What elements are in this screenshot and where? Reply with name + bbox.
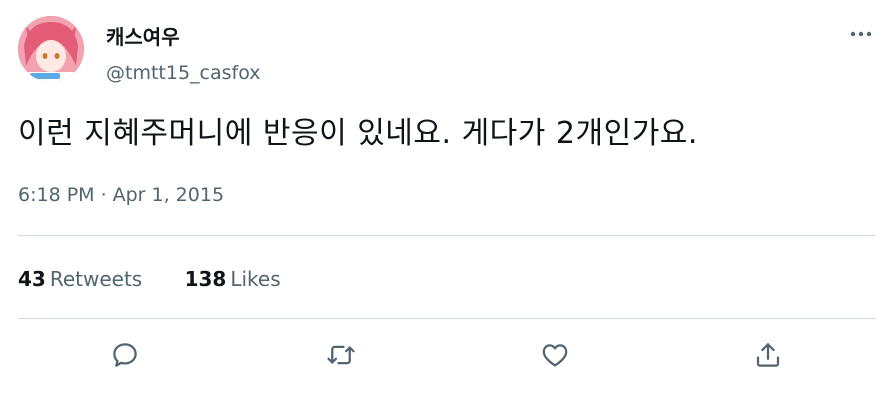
tweet-date: Apr 1, 2015 [112, 184, 225, 206]
tweet-timestamp[interactable]: 6:18 PM · Apr 1, 2015 [18, 182, 224, 208]
share-button[interactable] [750, 337, 786, 373]
tweet-time: 6:18 PM [18, 184, 95, 206]
avatar[interactable] [18, 16, 84, 82]
retweets-label: Retweets [49, 267, 143, 291]
share-icon [756, 343, 780, 367]
retweets-stat[interactable]: 43 Retweets [18, 265, 142, 293]
retweet-button[interactable] [323, 337, 359, 373]
divider [18, 318, 876, 319]
user-handle[interactable]: @tmtt15_casfox [106, 61, 261, 85]
engagement-stats: 43 Retweets 138 Likes [18, 265, 317, 293]
reply-button[interactable] [107, 337, 143, 373]
like-button[interactable] [537, 337, 573, 373]
display-name[interactable]: 캐스여우 [106, 24, 180, 50]
likes-stat[interactable]: 138 Likes [185, 265, 281, 293]
more-options-button[interactable] [846, 22, 876, 46]
meta-separator: · [100, 184, 107, 206]
reply-icon [113, 343, 137, 367]
retweet-icon [327, 345, 355, 365]
likes-label: Likes [230, 267, 281, 291]
retweets-count: 43 [18, 267, 46, 291]
heart-icon [542, 344, 568, 367]
likes-count: 138 [184, 267, 227, 291]
tweet-text: 이런 지혜주머니에 반응이 있네요. 게다가 2개인가요. [18, 116, 698, 151]
divider [18, 235, 876, 236]
avatar-image [18, 16, 84, 82]
more-horizontal-icon [850, 31, 872, 37]
